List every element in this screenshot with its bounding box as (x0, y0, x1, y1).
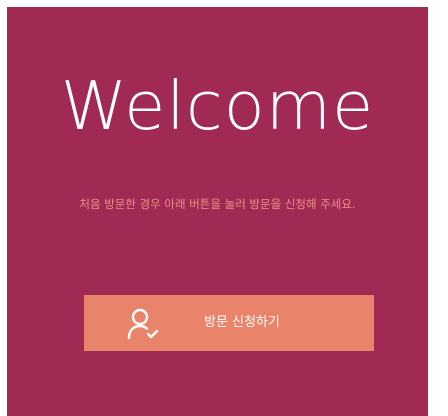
visit-request-button[interactable]: 방문 신청하기 (84, 295, 374, 351)
user-check-icon (124, 306, 160, 342)
welcome-description: 처음 방문한 경우 아래 버튼을 눌러 방문을 신청해 주세요. (79, 197, 356, 211)
page: Welcome 처음 방문한 경우 아래 버튼을 눌러 방문을 신청해 주세요.… (0, 0, 448, 416)
visit-request-label: 방문 신청하기 (204, 315, 280, 330)
welcome-title: Welcome (60, 67, 375, 145)
welcome-panel: Welcome 처음 방문한 경우 아래 버튼을 눌러 방문을 신청해 주세요.… (7, 7, 428, 416)
